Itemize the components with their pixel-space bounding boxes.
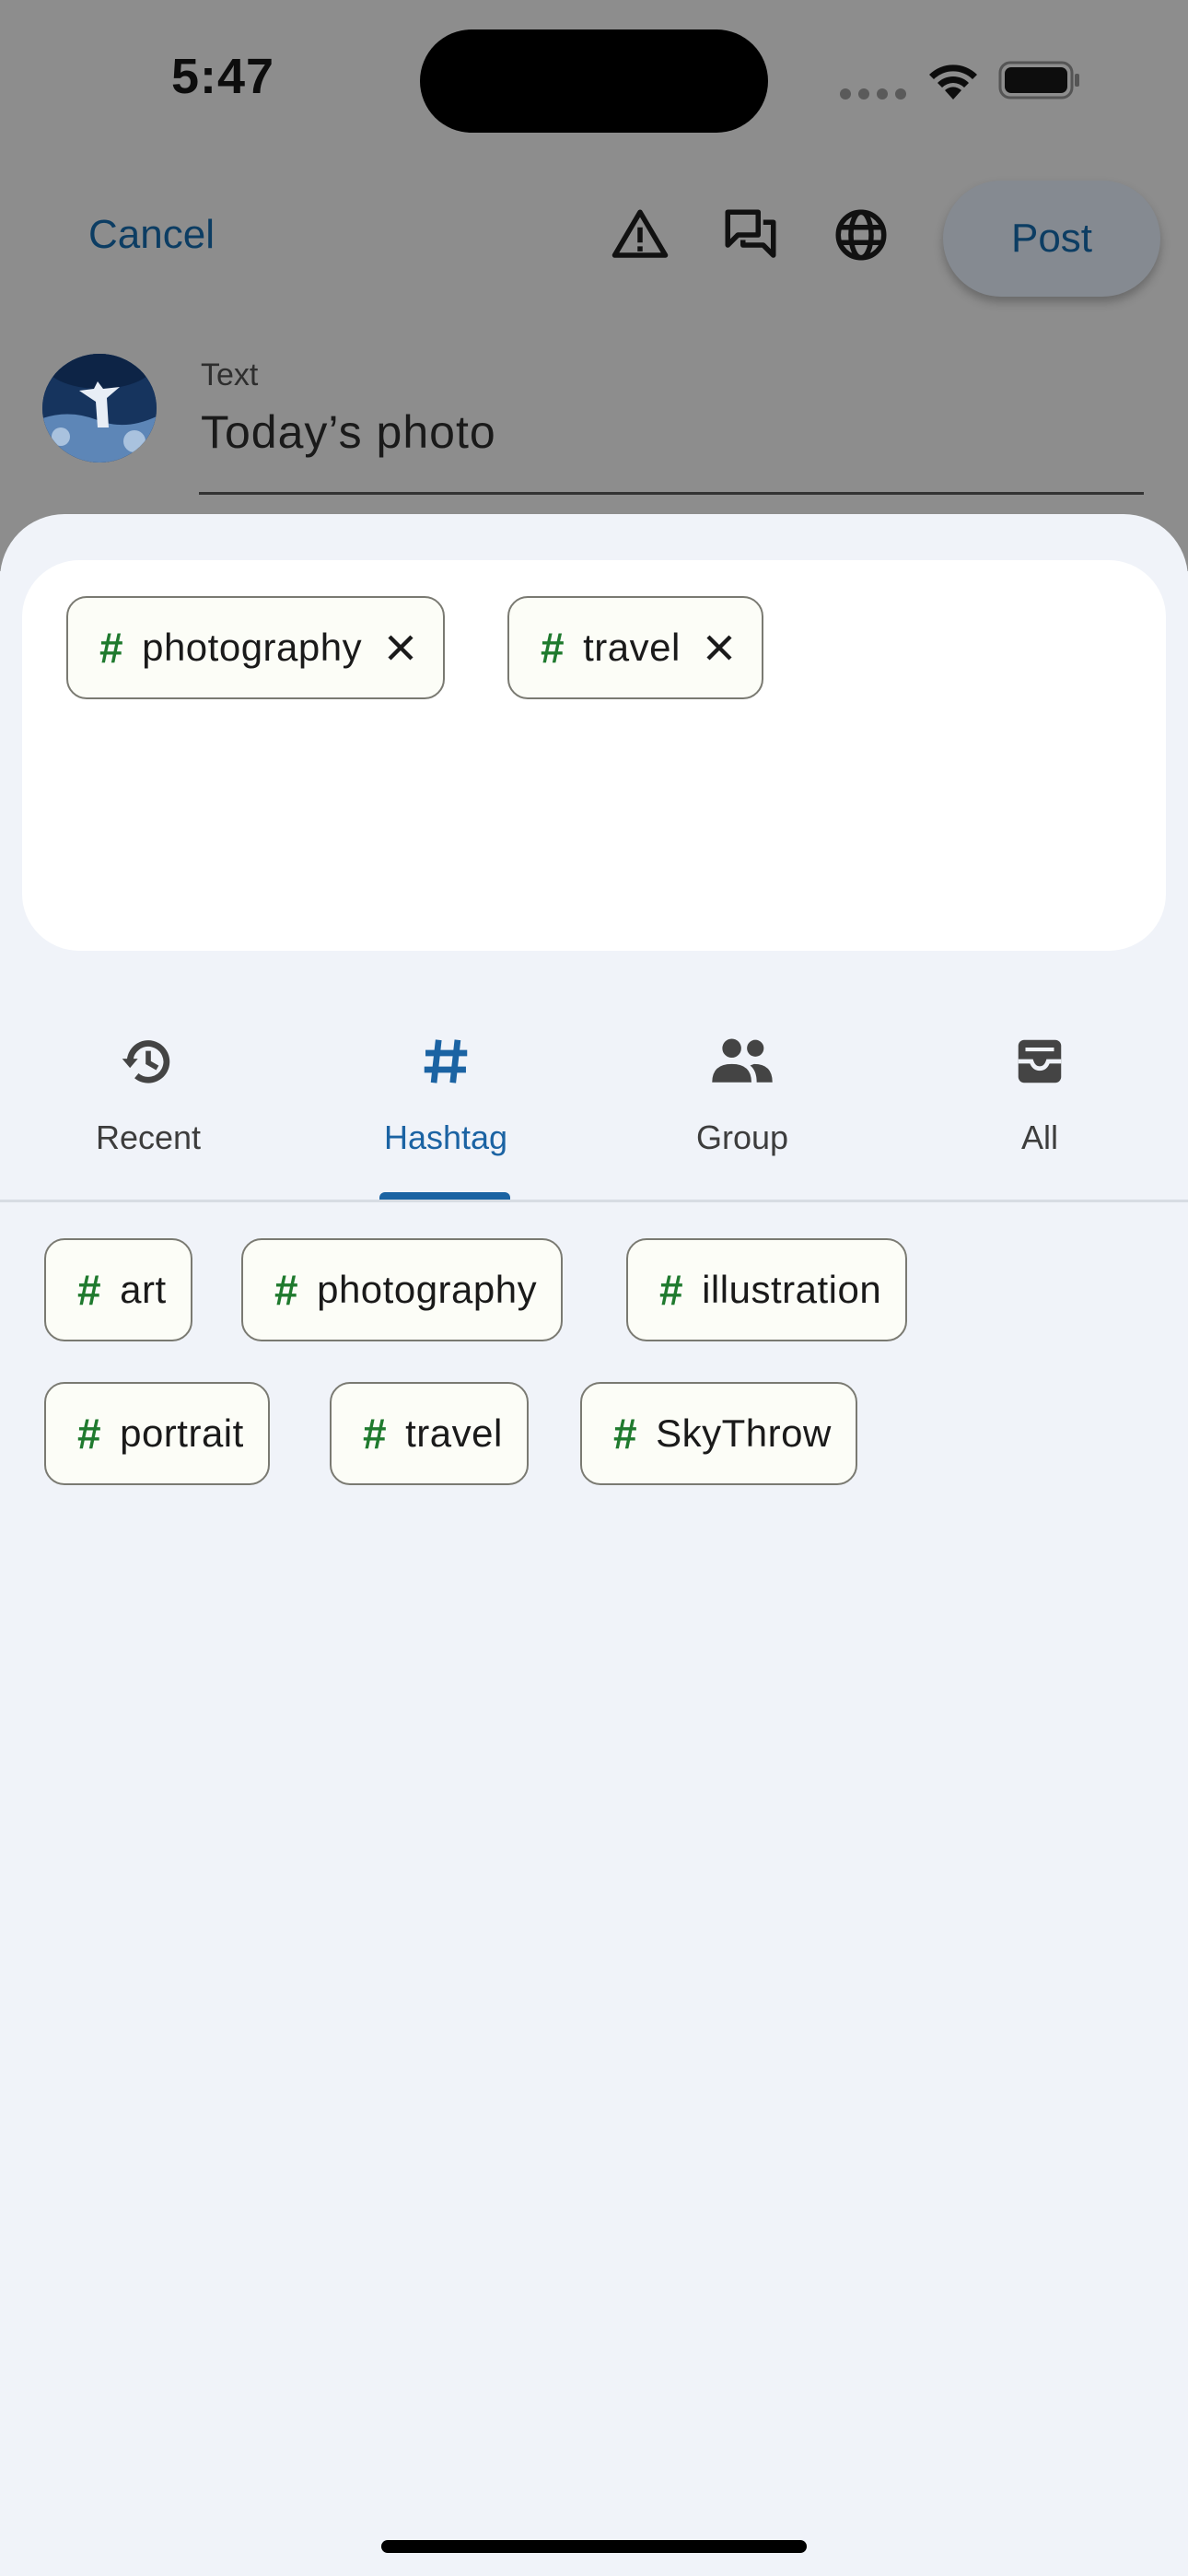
hashtag-icon: # — [77, 1266, 102, 1314]
hashtag-chip-illustration[interactable]: # illustration — [626, 1238, 908, 1341]
tab-hashtag[interactable]: Hashtag — [335, 1025, 556, 1157]
remove-tag-icon[interactable] — [701, 629, 738, 666]
selected-tag-label: photography — [142, 626, 363, 669]
remove-tag-icon[interactable] — [382, 629, 419, 666]
tab-label: Group — [695, 1118, 789, 1156]
chat-icon[interactable] — [720, 205, 781, 265]
hashtag-icon — [424, 1039, 468, 1083]
tab-label: Recent — [95, 1118, 202, 1156]
signal-icon — [840, 88, 906, 100]
warning-icon[interactable] — [610, 205, 670, 265]
hashtag-icon: # — [99, 624, 124, 672]
hashtag-label: travel — [405, 1411, 503, 1455]
hashtag-chip-travel[interactable]: # travel — [330, 1382, 529, 1485]
text-field-label: Text — [201, 357, 259, 392]
hashtag-icon: # — [541, 624, 565, 672]
status-icons — [840, 55, 1089, 101]
text-field[interactable]: Today’s photo — [201, 405, 496, 459]
selected-tag-chip[interactable]: # travel — [507, 596, 763, 699]
tab-group[interactable]: Group — [632, 1025, 853, 1157]
wifi-icon — [929, 64, 977, 100]
selected-tag-chip[interactable]: # photography — [66, 596, 446, 699]
hashtag-chip-portrait[interactable]: # portrait — [44, 1382, 270, 1485]
tab-all[interactable]: All — [929, 1025, 1150, 1157]
battery-icon — [998, 61, 1079, 100]
hashtag-icon: # — [363, 1410, 388, 1458]
hashtag-label: portrait — [120, 1411, 244, 1455]
tab-label: Hashtag — [383, 1118, 508, 1156]
hashtag-icon: # — [77, 1410, 102, 1458]
globe-icon[interactable] — [831, 205, 891, 265]
hashtag-label: photography — [317, 1268, 538, 1311]
text-field-underline — [199, 492, 1144, 495]
hashtag-icon: # — [659, 1266, 684, 1314]
cancel-button[interactable]: Cancel — [88, 212, 215, 258]
hashtag-icon: # — [274, 1266, 299, 1314]
hashtag-label: art — [120, 1268, 167, 1311]
inbox-icon — [1018, 1039, 1062, 1083]
dynamic-island — [420, 29, 768, 133]
hashtag-icon: # — [613, 1410, 638, 1458]
avatar[interactable] — [42, 354, 157, 463]
home-indicator[interactable] — [381, 2540, 807, 2553]
tab-recent[interactable]: Recent — [38, 1025, 259, 1157]
hashtag-chip-photography[interactable]: # photography — [241, 1238, 564, 1341]
selected-tag-label: travel — [583, 626, 681, 669]
post-button[interactable]: Post — [943, 181, 1160, 297]
tab-label: All — [1020, 1118, 1058, 1156]
hashtag-chip-art[interactable]: # art — [44, 1238, 192, 1341]
status-time: 5:47 — [171, 49, 275, 104]
group-icon — [712, 1038, 773, 1083]
hashtag-label: SkyThrow — [656, 1411, 832, 1455]
background-compose-screen: 5:47 Cancel Post Text Today’s photo — [0, 0, 1188, 571]
hashtag-label: illustration — [702, 1268, 882, 1311]
tab-divider — [0, 1200, 1188, 1202]
history-icon — [122, 1040, 170, 1083]
hashtag-chip-skythrow[interactable]: # SkyThrow — [580, 1382, 857, 1485]
